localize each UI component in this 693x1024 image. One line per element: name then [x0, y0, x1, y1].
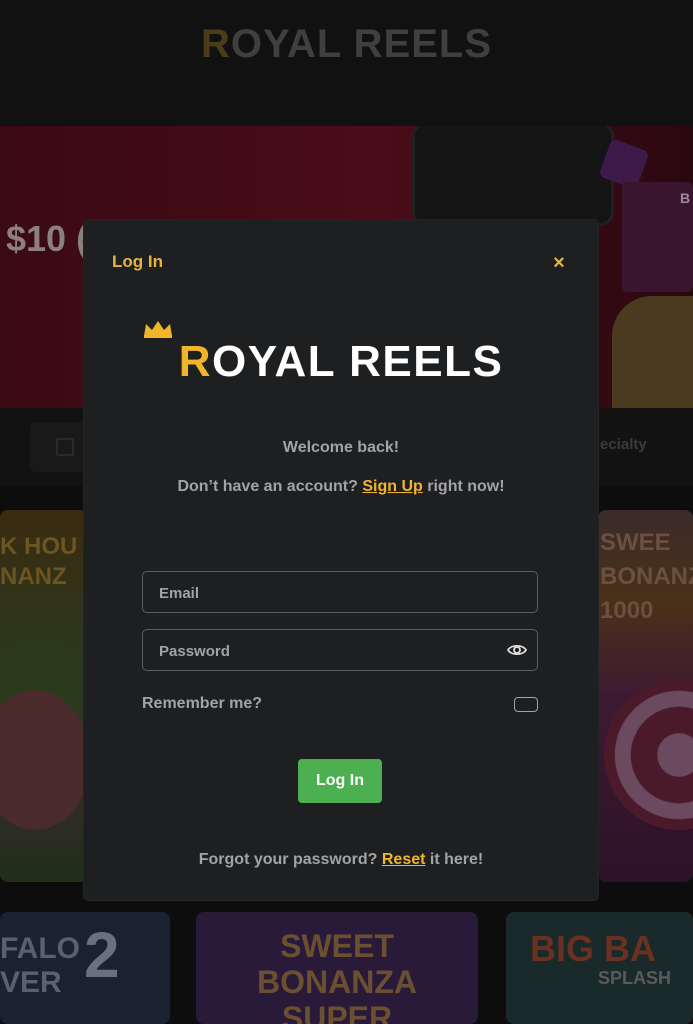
game-tile: K HOU NANZ [0, 510, 88, 882]
site-header: ROYAL REELS [0, 0, 693, 126]
email-input[interactable] [157, 572, 501, 614]
close-icon[interactable]: × [548, 252, 570, 274]
signup-link[interactable]: Sign Up [362, 478, 422, 495]
promo-text: $10 ( [6, 218, 89, 259]
game-tile: SWEET BONANZA SUPER [196, 912, 478, 1024]
game-tile: SWEE BONANZ 1000 [598, 510, 693, 882]
crown-icon [144, 321, 172, 338]
password-input[interactable] [157, 630, 501, 672]
signup-prompt: Don’t have an account? Sign Up right now… [177, 478, 505, 495]
password-field [142, 629, 538, 672]
email-field [142, 571, 538, 614]
forgot-password-prompt: Forgot your password? Reset it here! [198, 851, 484, 868]
reset-password-link[interactable]: Reset [382, 851, 426, 868]
modal-logo: ROYAL REELS [178, 337, 504, 386]
game-tile: BIG BA SPLASH [506, 912, 693, 1024]
promo-card-image: B [622, 182, 693, 292]
login-button[interactable]: Log In [298, 759, 382, 803]
category-tab-specialty: ecialty [600, 436, 647, 453]
category-icon [56, 438, 74, 456]
promo-phone-image [412, 126, 614, 226]
modal-title: Log In [112, 252, 163, 271]
login-modal: Log In × ROYAL REELS Welcome back! Don’t… [84, 220, 598, 900]
welcome-text: Welcome back! [282, 439, 400, 456]
game-tile: FALO VER 2 [0, 912, 170, 1024]
eye-icon[interactable] [507, 640, 527, 660]
site-logo: ROYAL REELS [200, 22, 493, 66]
remember-me-toggle[interactable] [514, 697, 538, 712]
remember-me-label: Remember me? [142, 695, 263, 712]
promo-owl-image [612, 296, 693, 408]
